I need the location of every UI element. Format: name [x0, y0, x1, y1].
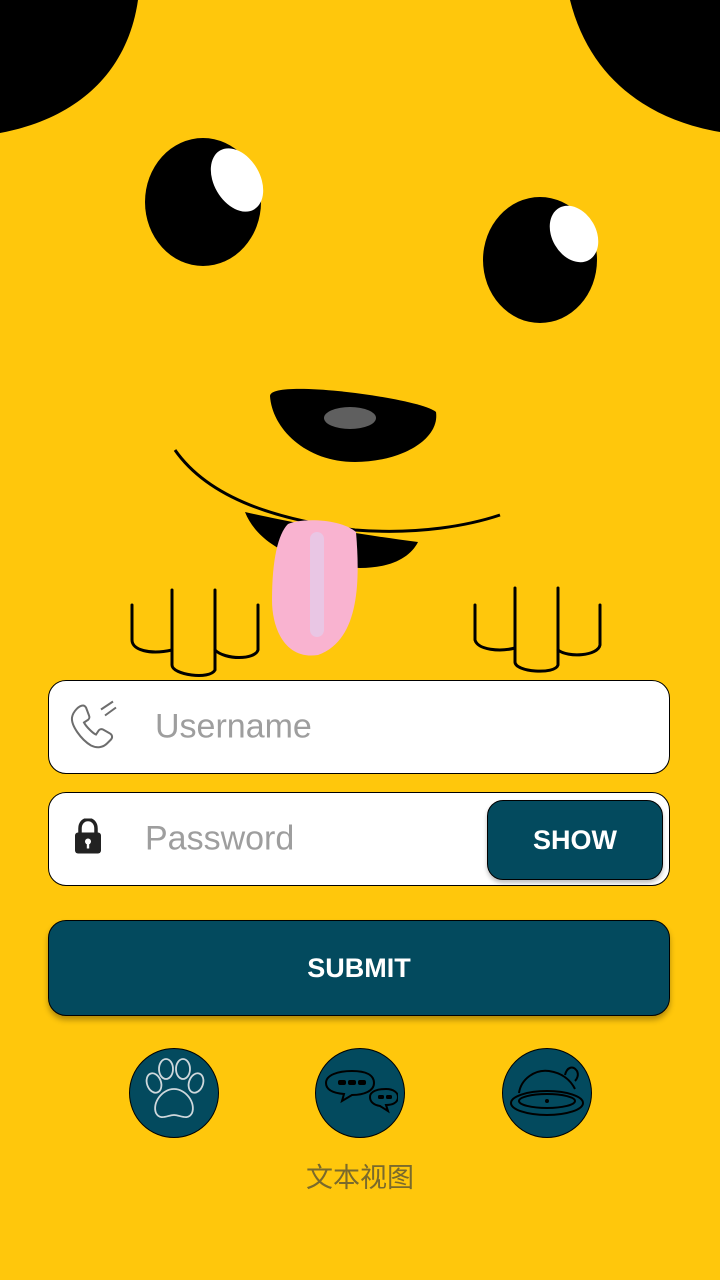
bowl-button[interactable]: [502, 1048, 592, 1138]
username-field[interactable]: Username: [48, 680, 670, 774]
username-placeholder: Username: [155, 707, 312, 746]
mouth-line: [173, 449, 501, 533]
caption-text: 文本视图: [306, 1163, 414, 1194]
paw-icon: [136, 1053, 212, 1134]
right-ear: [570, 0, 720, 132]
submit-button[interactable]: SUBMIT: [48, 920, 670, 1016]
left-ear: [0, 0, 138, 133]
right-paw: [473, 586, 602, 673]
lock-icon: [73, 817, 103, 860]
phone-icon: [67, 698, 121, 757]
password-field[interactable]: Password SHOW: [48, 792, 670, 886]
left-paw: [130, 588, 260, 677]
mascot-illustration: [0, 0, 720, 677]
chat-bubbles-icon: [322, 1053, 400, 1134]
bowl-icon: [505, 1049, 589, 1138]
show-password-button[interactable]: SHOW: [487, 800, 663, 880]
paw-button[interactable]: [129, 1048, 219, 1138]
chat-button[interactable]: [315, 1048, 405, 1138]
password-placeholder: Password: [145, 819, 295, 858]
